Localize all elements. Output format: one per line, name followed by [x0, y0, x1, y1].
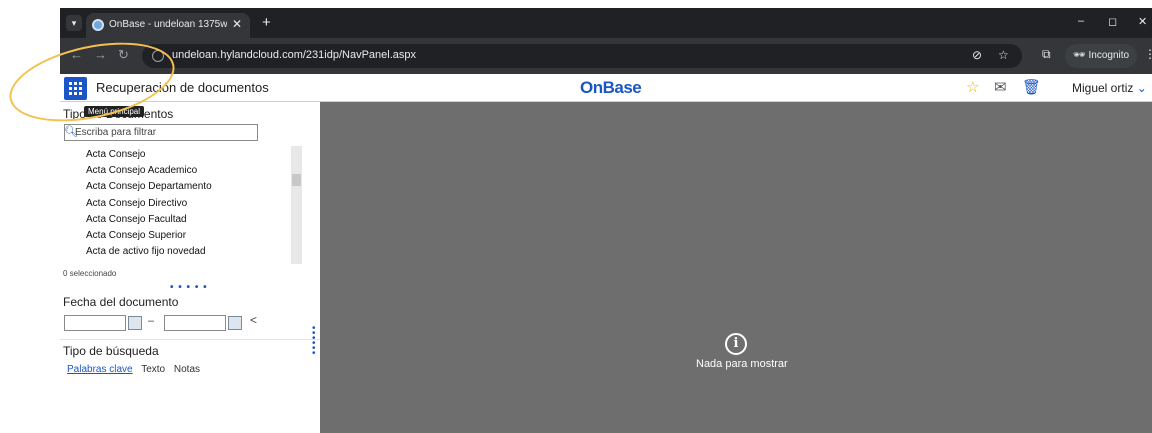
- tab-strip: ▾ OnBase - undeloan 1375w1b 2 ✕ + – ◻ ✕: [60, 8, 1152, 38]
- search-type-label: Tipo de búsqueda: [63, 344, 159, 358]
- menu-tooltip: Menú principal: [84, 106, 145, 117]
- selected-count: 0 seleccionado: [63, 269, 117, 278]
- doc-type-item[interactable]: Acta de activo fijo novedad: [86, 244, 286, 260]
- panel-splitter-icon[interactable]: • • • • • •: [312, 324, 316, 359]
- user-name: Miguel ortiz: [1072, 81, 1134, 95]
- date-label: Fecha del documento: [63, 295, 179, 309]
- user-menu[interactable]: Miguel ortiz ⌄: [1072, 81, 1147, 95]
- tab-notes[interactable]: Notas: [174, 364, 200, 375]
- divider: [60, 339, 320, 340]
- chevron-left-icon[interactable]: <: [250, 313, 257, 327]
- onbase-favicon-icon: [92, 19, 104, 31]
- omnibox[interactable]: undeloan.hylandcloud.com/231idp/NavPanel…: [142, 44, 1022, 68]
- date-from-input[interactable]: [64, 315, 126, 331]
- extensions-icon[interactable]: ⧉: [1042, 47, 1051, 62]
- main-menu-grid-icon[interactable]: [64, 77, 87, 100]
- scroll-thumb[interactable]: [292, 174, 301, 186]
- maximize-button[interactable]: ◻: [1108, 15, 1117, 28]
- doc-type-item[interactable]: Acta Consejo Academico: [86, 163, 286, 179]
- tab-search-icon[interactable]: ▾: [66, 15, 82, 31]
- resize-handle-icon[interactable]: • • • • •: [170, 282, 208, 293]
- address-bar-row: ← → ↻ undeloan.hylandcloud.com/231idp/Na…: [60, 38, 1152, 74]
- date-separator: –: [148, 315, 155, 327]
- doc-type-item[interactable]: Acta Consejo Facultad: [86, 212, 286, 228]
- back-icon[interactable]: ←: [70, 47, 83, 62]
- doc-type-item[interactable]: Acta Consejo Superior: [86, 228, 286, 244]
- site-info-icon[interactable]: [152, 50, 164, 62]
- date-to-input[interactable]: [164, 315, 226, 331]
- favorites-star-icon[interactable]: ☆: [966, 79, 979, 97]
- doc-type-item[interactable]: Acta Consejo: [86, 147, 286, 163]
- doc-list-scrollbar[interactable]: [291, 146, 302, 264]
- doc-type-item[interactable]: Acta Consejo Departamento: [86, 179, 286, 195]
- filter-input[interactable]: [75, 125, 255, 140]
- trash-icon[interactable]: 🗑: [1022, 79, 1041, 97]
- doc-type-item[interactable]: Acta Consejo Directivo: [86, 196, 286, 212]
- bookmark-star-icon[interactable]: ☆: [998, 48, 1009, 62]
- doc-type-list: Acta Consejo Acta Consejo Academico Acta…: [86, 147, 286, 260]
- reload-icon[interactable]: ↻: [118, 47, 129, 63]
- incognito-badge[interactable]: 🕶 Incognito: [1065, 44, 1138, 68]
- filter-box: 🔍︎: [64, 124, 258, 141]
- results-pane: i Nada para mostrar: [320, 102, 1152, 433]
- page-title: Recuperación de documentos: [96, 80, 269, 95]
- calendar-icon[interactable]: [228, 316, 242, 330]
- incognito-label: Incognito: [1088, 50, 1130, 61]
- browser-menu-icon[interactable]: ⋮: [1144, 47, 1152, 61]
- tab-close-icon[interactable]: ✕: [232, 17, 242, 31]
- chevron-down-icon: ⌄: [1136, 81, 1147, 95]
- minimize-button[interactable]: –: [1078, 15, 1084, 27]
- forward-icon[interactable]: →: [94, 47, 107, 62]
- tab-keywords[interactable]: Palabras clave: [67, 364, 133, 375]
- app-header: Recuperación de documentos OnBase ☆ ✉ 🗑 …: [60, 74, 1152, 102]
- eye-off-icon[interactable]: ⊘: [972, 48, 982, 62]
- browser-tab[interactable]: OnBase - undeloan 1375w1b 2 ✕: [86, 13, 250, 38]
- mail-icon[interactable]: ✉: [994, 79, 1007, 97]
- search-type-tabs: Palabras clave Texto Notas: [67, 364, 206, 375]
- new-tab-button[interactable]: +: [262, 14, 271, 31]
- sidebar: Tipo de Documentos 🔍︎ Acta Consejo Acta …: [60, 102, 320, 433]
- empty-message: Nada para mostrar: [696, 358, 788, 370]
- url-text[interactable]: undeloan.hylandcloud.com/231idp/NavPanel…: [172, 49, 416, 61]
- page: ▾ OnBase - undeloan 1375w1b 2 ✕ + – ◻ ✕ …: [0, 0, 1152, 433]
- calendar-icon[interactable]: [128, 316, 142, 330]
- info-icon: i: [725, 333, 747, 355]
- onbase-logo: OnBase: [580, 78, 642, 97]
- tab-title: OnBase - undeloan 1375w1b 2: [109, 19, 227, 30]
- tab-text[interactable]: Texto: [141, 364, 165, 375]
- close-window-button[interactable]: ✕: [1138, 15, 1147, 28]
- browser-chrome: ▾ OnBase - undeloan 1375w1b 2 ✕ + – ◻ ✕ …: [60, 8, 1152, 74]
